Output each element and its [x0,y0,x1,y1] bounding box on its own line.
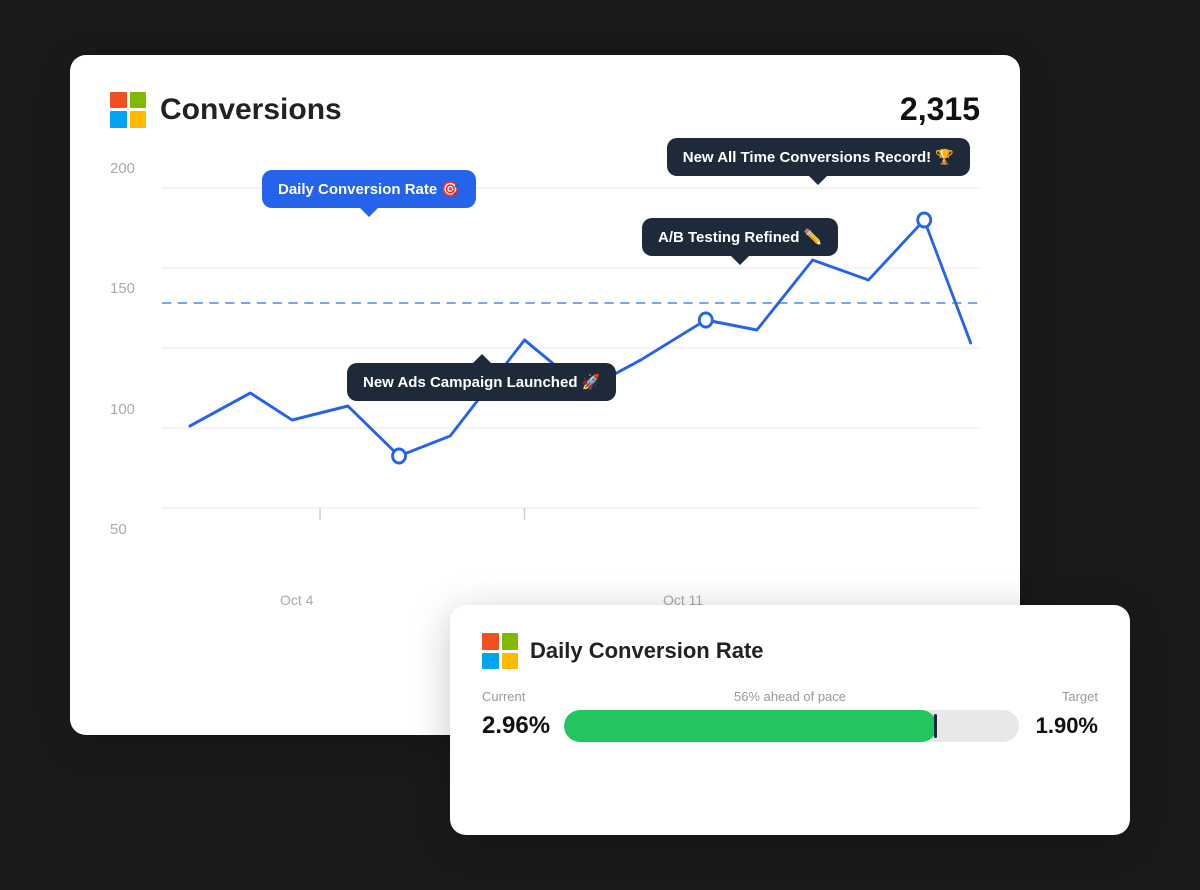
ms-logo-q4 [130,111,147,128]
current-label: Current [482,689,542,704]
metric-labels: Current 56% ahead of pace Target [482,689,1098,704]
ms-logo-q3 [110,111,127,128]
target-value: 1.90% [1033,713,1098,739]
ms-logo-q1 [110,92,127,109]
main-card-header: Conversions 2,315 [110,91,980,128]
current-value: 2.96% [482,712,550,740]
ms-logo-s-q3 [482,653,499,670]
title-group: Conversions [110,92,342,128]
progress-bar [564,710,937,742]
secondary-header: Daily Conversion Rate [482,633,1098,669]
progress-marker [934,714,937,738]
main-card-value: 2,315 [900,91,980,128]
y-label-100: 100 [110,401,135,418]
main-card-title: Conversions [160,93,342,127]
y-label-200: 200 [110,160,135,177]
ms-logo-s-q2 [502,633,519,650]
pace-label: 56% ahead of pace [542,689,1038,704]
y-label-50: 50 [110,521,135,538]
ms-logo-s-q4 [502,653,519,670]
chart-svg [162,158,980,538]
ms-logo-q2 [130,92,147,109]
ms-logo [110,92,146,128]
secondary-card: Daily Conversion Rate Current 56% ahead … [450,605,1130,835]
chart-svg-wrap: Daily Conversion Rate 🎯 New Ads Campaign… [162,158,980,538]
progress-bar-wrap [564,710,1019,742]
y-axis: 200 150 100 50 [110,158,135,538]
target-label: Target [1038,689,1098,704]
metric-values: 2.96% 1.90% [482,710,1098,742]
chart-area: 200 150 100 50 [110,158,980,618]
y-label-150: 150 [110,280,135,297]
scene: Conversions 2,315 200 150 100 50 [70,55,1130,835]
ms-logo-secondary [482,633,518,669]
ms-logo-s-q1 [482,633,499,650]
secondary-card-title: Daily Conversion Rate [530,638,764,664]
